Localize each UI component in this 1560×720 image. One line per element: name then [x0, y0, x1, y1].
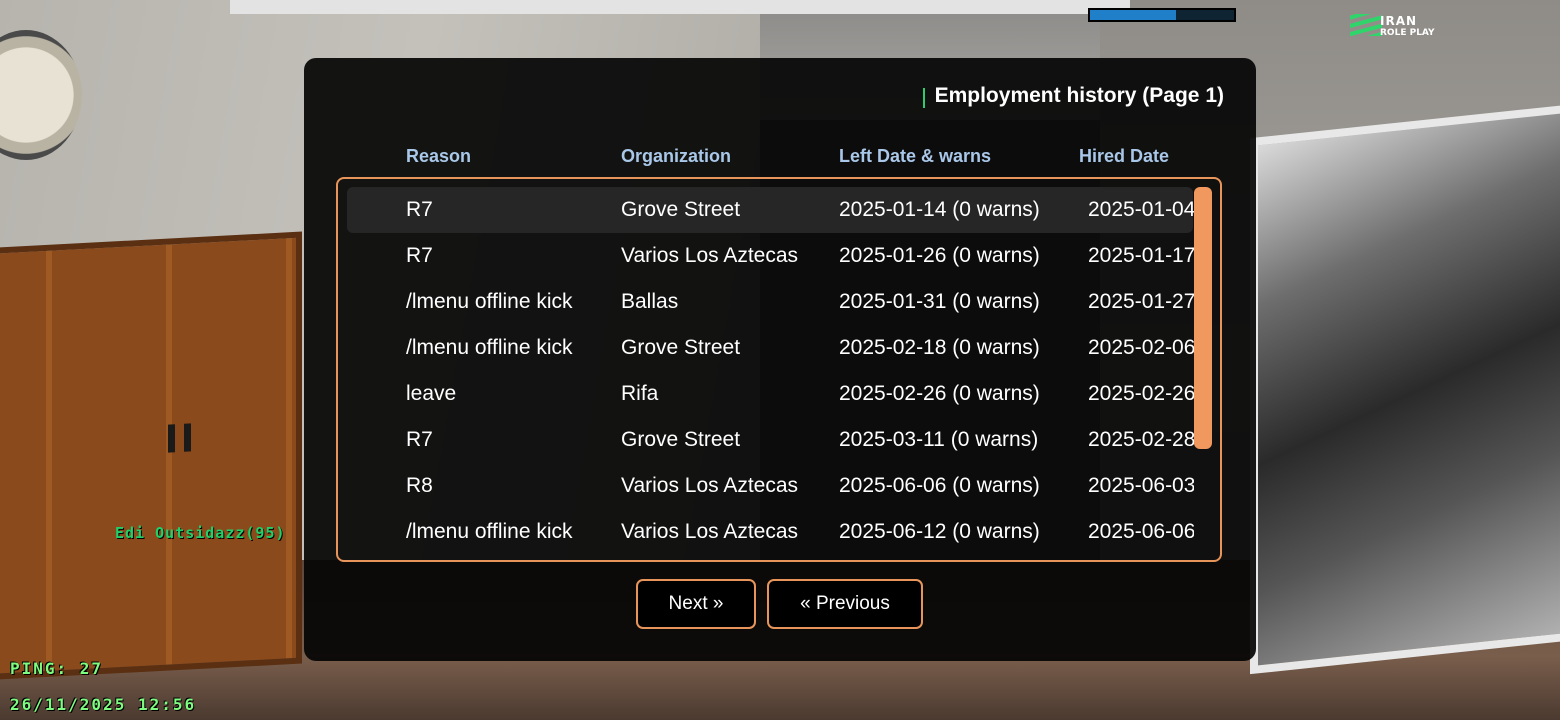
cell-reason: leave — [406, 382, 457, 405]
cell-hired-date: 2025-01-04 — [1088, 198, 1194, 221]
cell-organization: Varios Los Aztecas — [621, 520, 799, 543]
cell-hired-date: 2025-06-06 — [1088, 520, 1194, 543]
cell-hired-date: 2025-02-06 — [1088, 336, 1194, 359]
cell-left-date: 2025-01-31 (0 warns) — [839, 290, 1040, 313]
ping-readout: PING: 27 — [10, 659, 104, 678]
employment-history-dialog: Employment history (Page 1) Reason Organ… — [304, 58, 1256, 661]
cell-left-date: 2025-01-26 (0 warns) — [839, 244, 1040, 267]
cell-hired-date: 2025-02-28 — [1088, 428, 1194, 451]
list-item[interactable]: R7 Varios Los Aztecas 2025-01-26 (0 warn… — [347, 233, 1194, 279]
cell-reason: /lmenu offline kick — [406, 336, 573, 359]
server-logo: IRAN ROLE PLAY — [1350, 10, 1450, 40]
history-list[interactable]: R7 Grove Street 2025-01-14 (0 warns) 202… — [336, 177, 1222, 562]
cell-organization: Grove Street — [621, 428, 741, 451]
cell-left-date: 2025-03-11 (0 warns) — [839, 428, 1039, 451]
wardrobe — [0, 231, 302, 681]
cell-organization: Ballas — [621, 290, 679, 313]
ceiling-light — [230, 0, 1130, 14]
cell-left-date: 2025-02-18 (0 warns) — [839, 336, 1040, 359]
logo-line2: ROLE PLAY — [1380, 28, 1435, 38]
list-item[interactable]: /lmenu offline kick Varios Los Aztecas 2… — [347, 509, 1194, 555]
cell-left-date: 2025-02-26 (0 warns) — [839, 382, 1040, 405]
cell-hired-date: 2025-06-03 — [1088, 474, 1194, 497]
previous-page-button[interactable]: « Previous — [767, 579, 923, 629]
dialog-title-wrap: Employment history (Page 1) — [922, 84, 1224, 108]
cell-reason: R7 — [406, 198, 433, 221]
column-header-left-date: Left Date & warns — [839, 146, 992, 166]
cell-left-date: 2025-06-12 (0 warns) — [839, 520, 1040, 543]
dialog-title: Employment history (Page 1) — [934, 84, 1224, 107]
cell-reason: R7 — [406, 428, 433, 451]
cell-left-date: 2025-01-14 (0 warns) — [839, 198, 1040, 221]
hud-bar-fill — [1090, 10, 1177, 20]
list-item[interactable]: /lmenu offline kick Ballas 2025-01-31 (0… — [347, 279, 1194, 325]
wardrobe-handle — [184, 423, 191, 452]
list-item[interactable]: R7 Grove Street 2025-03-11 (0 warns) 202… — [347, 417, 1194, 463]
column-header-reason: Reason — [406, 146, 472, 166]
cell-reason: /lmenu offline kick — [406, 290, 573, 313]
cell-hired-date: 2025-01-27 — [1088, 290, 1194, 313]
column-header-hired-date: Hired Date — [1079, 146, 1170, 166]
player-nametag: Edi Outsidazz(95) — [115, 524, 286, 542]
wardrobe-handle — [168, 424, 175, 453]
wall-poster — [1250, 101, 1560, 675]
column-headers: Reason Organization Left Date & warns Hi… — [304, 146, 1256, 170]
column-header-organization: Organization — [621, 146, 732, 166]
cell-reason: R8 — [406, 474, 433, 497]
logo-stripes-icon — [1350, 14, 1382, 36]
hud-bar — [1088, 8, 1236, 22]
cell-organization: Grove Street — [621, 336, 741, 359]
cell-hired-date: 2025-02-26 — [1088, 382, 1194, 405]
cell-hired-date: 2025-01-17 — [1088, 244, 1194, 267]
datetime-readout: 26/11/2025 12:56 — [10, 695, 197, 714]
cell-left-date: 2025-06-06 (0 warns) — [839, 474, 1040, 497]
title-accent-bar — [922, 88, 925, 108]
cell-reason: /lmenu offline kick — [406, 520, 573, 543]
list-item[interactable]: /lmenu offline kick Grove Street 2025-02… — [347, 325, 1194, 371]
cell-organization: Varios Los Aztecas — [621, 244, 799, 267]
list-item[interactable]: R8 Varios Los Aztecas 2025-06-06 (0 warn… — [347, 463, 1194, 509]
cell-organization: Grove Street — [621, 198, 741, 221]
cell-reason: R7 — [406, 244, 433, 267]
logo-line1: IRAN — [1380, 14, 1418, 28]
next-page-button[interactable]: Next » — [636, 579, 756, 629]
cell-organization: Varios Los Aztecas — [621, 474, 799, 497]
list-item[interactable]: R7 Grove Street 2025-01-14 (0 warns) 202… — [347, 187, 1194, 233]
list-scrollbar[interactable] — [1194, 187, 1212, 449]
cell-organization: Rifa — [621, 382, 659, 405]
list-item[interactable]: leave Rifa 2025-02-26 (0 warns) 2025-02-… — [347, 371, 1194, 417]
